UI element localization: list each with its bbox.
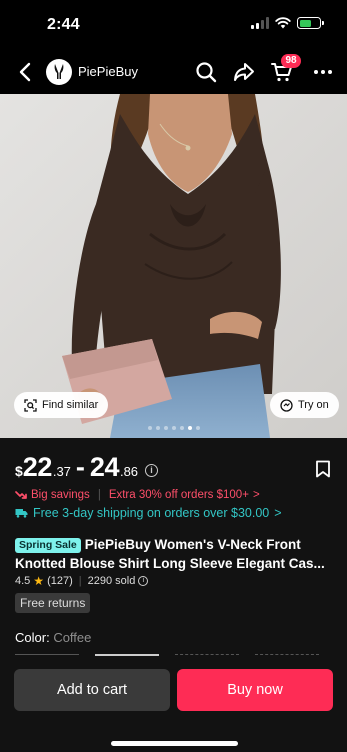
free-returns-badge: Free returns (15, 593, 91, 613)
color-swatch-selected[interactable] (95, 654, 159, 658)
spring-sale-badge: Spring Sale (15, 538, 81, 553)
carousel-dot (179, 426, 184, 430)
carousel-dot (163, 426, 168, 430)
carousel-dot (171, 426, 176, 430)
status-icons (251, 17, 324, 29)
status-bar: 2:44 (0, 0, 347, 50)
carousel-dot (147, 426, 152, 430)
price-range: $ 22 .37 - 24 .86 i (15, 452, 159, 483)
savings-row[interactable]: Big savings | Extra 30% off orders $100+… (15, 489, 260, 501)
share-icon[interactable] (232, 60, 256, 84)
color-swatch[interactable] (175, 654, 239, 658)
product-title-line-1: Spring Sale PiePieBuy Women's V-Neck Fron… (15, 535, 335, 554)
rating-score: 4.5 (15, 575, 31, 587)
bookmark-icon[interactable] (315, 460, 331, 478)
product-title: Spring Sale PiePieBuy Women's V-Neck Fron… (15, 535, 335, 573)
battery-icon (297, 17, 324, 29)
color-label: Color: (15, 630, 50, 645)
color-swatches (15, 654, 319, 658)
product-title-text-1: PiePieBuy Women's V-Neck Front (84, 537, 301, 552)
image-search-icon (24, 398, 37, 412)
cellular-signal-icon (251, 17, 269, 29)
color-swatch[interactable] (15, 654, 79, 658)
price-separator: - (75, 452, 85, 482)
shipping-row[interactable]: Free 3-day shipping on orders over $30.0… (15, 506, 282, 520)
price-min-whole: 22 (22, 452, 53, 482)
try-on-label: Try on (298, 399, 329, 411)
search-icon[interactable] (194, 60, 218, 84)
store-logo[interactable] (46, 59, 72, 85)
price-max-whole: 24 (89, 452, 120, 482)
store-name[interactable]: PiePieBuy (78, 64, 138, 79)
price-currency: $ (15, 463, 23, 479)
find-similar-button[interactable]: Find similar (14, 392, 109, 418)
trend-down-icon (15, 490, 27, 499)
divider: | (97, 489, 101, 501)
price-min-cents: .37 (52, 464, 71, 479)
try-on-button[interactable]: Try on (270, 392, 339, 418)
carousel-dot (155, 426, 160, 430)
carousel-indicator (0, 426, 347, 430)
find-similar-label: Find similar (42, 399, 99, 411)
price-info-icon[interactable]: i (145, 464, 159, 477)
color-selector-label: Color: Coffee (15, 630, 91, 645)
product-title-line-2: Knotted Blouse Shirt Long Sleeve Elegant… (15, 556, 325, 571)
add-to-cart-button[interactable]: Add to cart (14, 669, 170, 711)
truck-icon (15, 509, 28, 518)
cart-count-badge: 98 (281, 54, 301, 68)
product-info-panel: $ 22 .37 - 24 .86 i Big savings | Extra … (0, 438, 347, 668)
rating-row[interactable]: 4.5 ★ (127) | 2290 sold i (15, 574, 149, 588)
chevron-right-icon: > (252, 489, 260, 501)
review-count: (127) (47, 575, 73, 587)
divider: | (78, 575, 82, 587)
carousel-dot-active (187, 426, 192, 430)
color-value: Coffee (53, 630, 92, 645)
shipping-label: Free 3-day shipping on orders over $30.0… (33, 506, 270, 520)
extra-off-label: Extra 30% off orders $100+ (108, 489, 249, 501)
price-max-cents: .86 (119, 464, 139, 479)
product-photo (0, 94, 347, 438)
bottom-action-bar: Add to cart Buy now (0, 668, 347, 752)
big-savings-label: Big savings (31, 489, 90, 501)
wifi-icon (275, 17, 291, 29)
carousel-dot (195, 426, 200, 430)
star-icon: ★ (33, 574, 45, 588)
bunny-logo-icon (54, 64, 64, 79)
chevron-right-icon: > (274, 506, 282, 520)
sold-count: 2290 sold (87, 575, 136, 587)
home-indicator (111, 741, 238, 746)
color-swatch[interactable] (255, 654, 319, 658)
try-on-icon (280, 398, 293, 412)
buy-now-button[interactable]: Buy now (177, 669, 333, 711)
back-arrow-icon[interactable] (14, 60, 38, 84)
sold-info-icon[interactable]: i (138, 576, 149, 586)
top-nav-bar: PiePieBuy 98 (0, 50, 347, 94)
product-image[interactable]: Find similar Try on (0, 94, 347, 438)
more-options-icon[interactable] (311, 60, 335, 84)
status-time: 2:44 (47, 16, 80, 33)
